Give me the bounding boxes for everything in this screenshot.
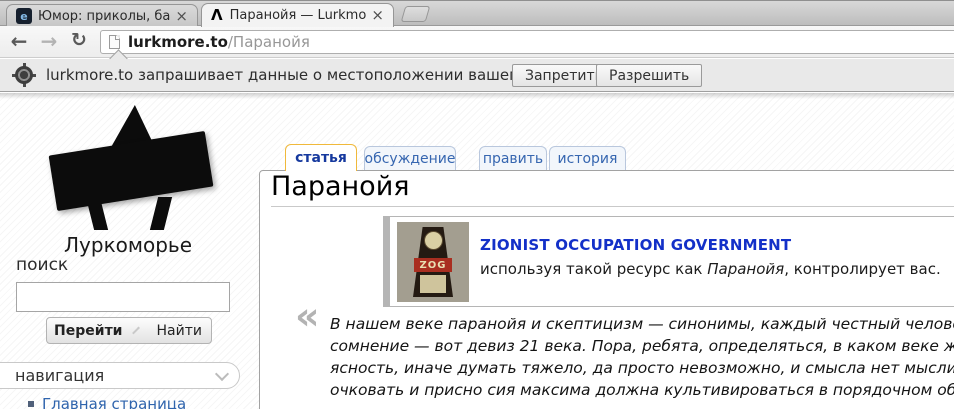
geolocation-infobar: lurkmore.to запрашивает данные о местопо… [0, 49, 954, 92]
tab-title: Паранойя — Lurkmore [229, 8, 367, 23]
browser-tab-strip: e Юмор: приколы, баяны, × Λ Паранойя — L… [0, 0, 954, 27]
lurkmore-logo[interactable] [48, 104, 214, 230]
zog-heading-link[interactable]: ZIONIST OCCUPATION GOVERNMENT [480, 236, 941, 254]
site-name: Луркоморье [64, 233, 192, 257]
page-document-icon [109, 35, 120, 49]
address-bar[interactable]: lurkmore.to/Паранойя [100, 30, 954, 54]
page-title: Паранойя [271, 171, 410, 202]
zog-template-block: ZOG ZIONIST OCCUPATION GOVERNMENT исполь… [383, 216, 954, 307]
tab-article[interactable]: статья [285, 144, 357, 171]
search-button-group: Перейти Найти [46, 317, 212, 344]
url-text: lurkmore.to/Паранойя [128, 33, 310, 51]
allow-button[interactable]: Разрешить [596, 64, 703, 87]
geolocation-icon [12, 63, 36, 87]
main-page-link: Главная страница [42, 395, 187, 409]
forward-button-icon[interactable]: → [36, 29, 62, 53]
navigation-heading: навигация [15, 366, 105, 385]
reload-button-icon[interactable]: ↻ [66, 29, 92, 51]
go-button[interactable]: Перейти [42, 323, 134, 339]
tab-title: Юмор: приколы, баяны, [38, 8, 171, 24]
chevron-down-icon [214, 366, 230, 382]
epigraph-quote: В нашем веке паранойя и скептицизм — син… [330, 313, 954, 401]
title-underline [271, 206, 954, 207]
webpage-viewport: Луркоморье поиск Перейти Найти навигация… [0, 93, 954, 409]
search-input[interactable] [16, 282, 230, 312]
quote-line: В нашем веке паранойя и скептицизм — син… [330, 315, 954, 333]
find-button[interactable]: Найти [143, 323, 216, 339]
zog-caption-italic: Паранойя [707, 260, 785, 278]
url-domain: lurkmore.to [128, 33, 228, 51]
humor-site-favicon-icon: e [16, 8, 32, 24]
tab-close-icon[interactable]: × [371, 8, 384, 23]
zog-caption-prefix: используя такой ресурс как [480, 260, 708, 278]
toolbar-shadow [0, 93, 954, 99]
lurkmore-favicon-icon: Λ [211, 6, 223, 24]
quote-line: очковать и присно сия максима должна кул… [330, 381, 954, 399]
tab-close-icon[interactable]: × [175, 8, 188, 24]
browser-toolbar: ← → ↻ lurkmore.to/Паранойя [0, 26, 954, 58]
zog-paper-label-shape [420, 275, 446, 293]
zog-caption-line: используя такой ресурс как Паранойя, кон… [480, 260, 941, 278]
quote-line: ясность, иначе думать тяжело, да просто … [330, 359, 954, 377]
logo-right-leg-shape [149, 197, 173, 230]
back-button-icon[interactable]: ← [6, 29, 32, 53]
tab-edit[interactable]: править [479, 146, 547, 170]
sidebar-item-main-page[interactable]: Главная страница [28, 395, 186, 409]
zog-clock-shape [424, 231, 443, 250]
new-tab-button[interactable] [400, 6, 431, 22]
tab-history[interactable]: история [549, 146, 626, 170]
zog-caption-suffix: , контролирует вас. [784, 260, 941, 278]
quote-guillemet-icon: « [295, 294, 320, 338]
template-left-bar [383, 217, 390, 306]
tab-discussion[interactable]: обсуждение [364, 146, 456, 170]
zog-caption: ZIONIST OCCUPATION GOVERNMENT используя … [480, 236, 941, 278]
zog-label-text: ZOG [414, 258, 452, 272]
list-bullet-icon [28, 401, 34, 407]
logo-censor-bar-shape [48, 130, 214, 212]
navigation-section-header[interactable]: навигация [0, 362, 240, 389]
search-section-heading: поиск [16, 255, 69, 275]
browser-tab-lurkmore[interactable]: Λ Паранойя — Lurkmore × [201, 3, 394, 27]
zog-can-image[interactable]: ZOG [397, 222, 469, 302]
quote-line: сомнение — вот девиз 21 века. Пора, ребя… [330, 337, 954, 355]
url-path: /Паранойя [227, 33, 310, 51]
browser-tab-humor[interactable]: e Юмор: приколы, баяны, × [6, 4, 198, 27]
